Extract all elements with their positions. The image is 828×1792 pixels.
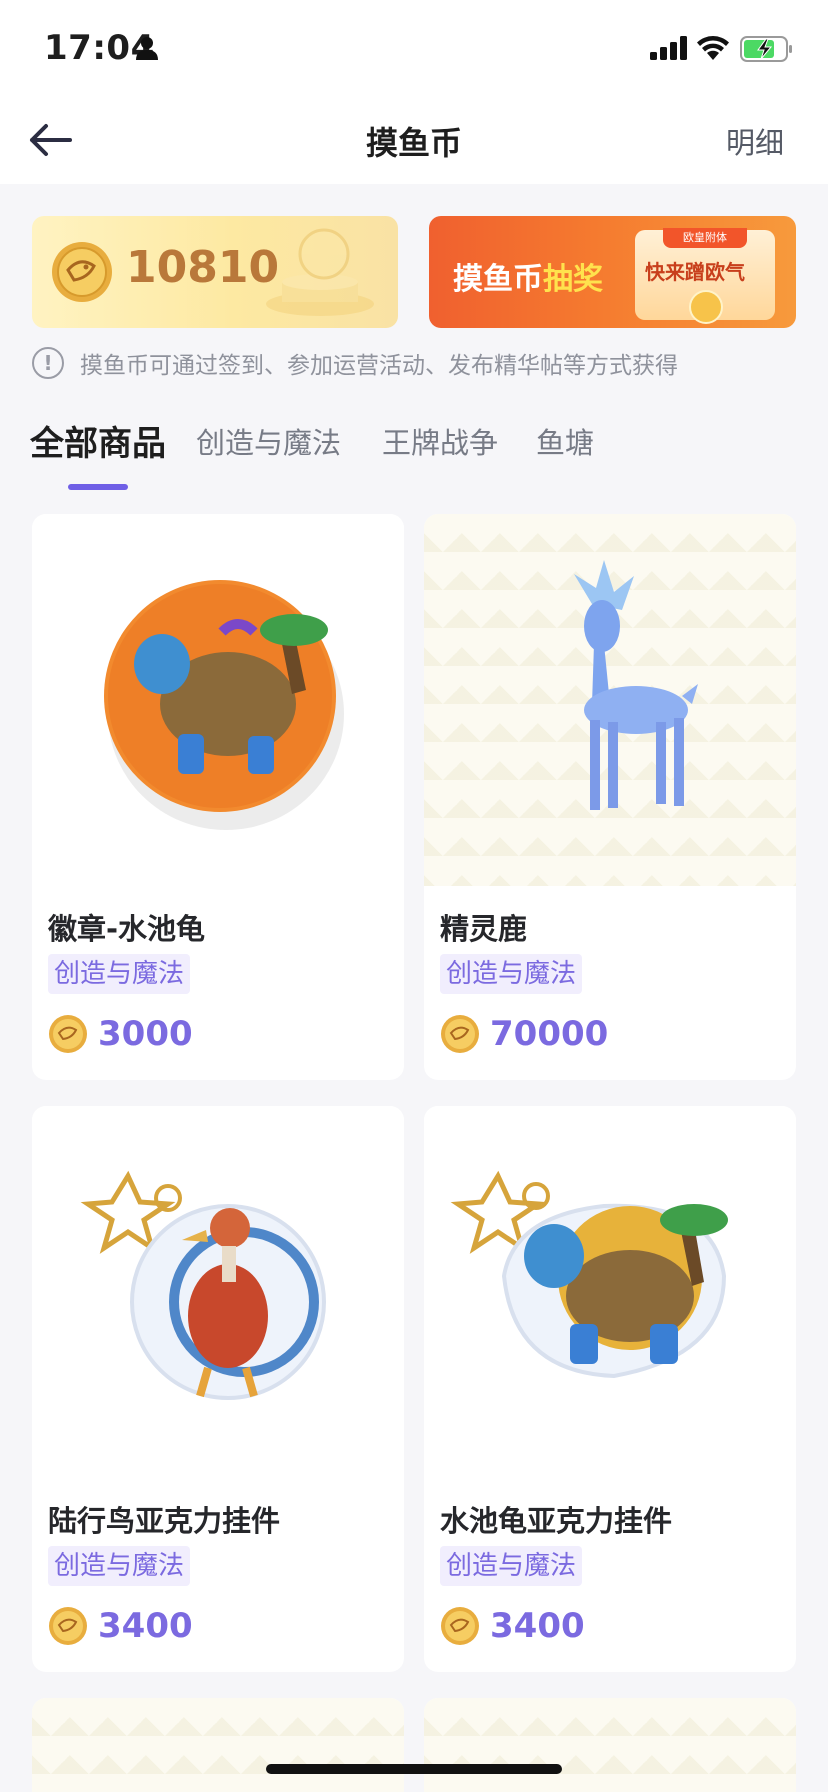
- lottery-title: 摸鱼币抽奖: [453, 254, 603, 298]
- product-price-value: 3000: [98, 1014, 193, 1054]
- product-tag: 创造与魔法: [48, 954, 191, 994]
- coin-lottery-banner[interactable]: 摸鱼币抽奖 欧皇附体 快来蹭欧气: [429, 216, 796, 328]
- tab-all-products[interactable]: 全部商品: [30, 416, 166, 465]
- active-tab-indicator: [68, 484, 128, 490]
- coin-info-text: 摸鱼币可通过签到、参加运营活动、发布精华帖等方式获得: [80, 353, 678, 379]
- home-indicator[interactable]: [266, 1764, 562, 1774]
- product-image-badge-turtle: [32, 514, 404, 886]
- lottery-title-main: 摸鱼币: [453, 262, 543, 297]
- gift-icon: [689, 290, 723, 324]
- product-image-bird-keychain: [32, 1106, 404, 1478]
- product-name: 精灵鹿: [440, 912, 528, 946]
- details-link[interactable]: 明细: [726, 120, 784, 162]
- product-name: 陆行鸟亚克力挂件: [48, 1504, 281, 1538]
- product-image: [32, 1698, 404, 1792]
- product-price: 3400: [440, 1602, 585, 1650]
- tab-fish-pond[interactable]: 鱼塘: [536, 420, 594, 462]
- tab-ace-war[interactable]: 王牌战争: [382, 420, 498, 462]
- battery-charging-icon: [740, 36, 792, 62]
- tab-create-magic[interactable]: 创造与魔法: [196, 420, 341, 462]
- product-tag: 创造与魔法: [440, 954, 583, 994]
- product-image-spirit-deer: [424, 514, 796, 886]
- product-card[interactable]: [32, 1698, 404, 1792]
- lottery-card[interactable]: 欧皇附体 快来蹭欧气: [635, 228, 775, 324]
- fish-coin-icon: [441, 1015, 479, 1053]
- lottery-cta: 快来蹭欧气: [645, 260, 745, 284]
- fish-coin-icon: [441, 1607, 479, 1645]
- wifi-icon: [697, 36, 729, 60]
- product-card[interactable]: 精灵鹿 创造与魔法 70000: [424, 514, 796, 1080]
- nav-bar: 摸鱼币 明细: [0, 100, 828, 184]
- product-price: 3400: [48, 1602, 193, 1650]
- product-card[interactable]: 陆行鸟亚克力挂件 创造与魔法 3400: [32, 1106, 404, 1672]
- product-price-value: 3400: [98, 1606, 193, 1646]
- product-image-turtle-keychain: [424, 1106, 796, 1478]
- info-icon: !: [32, 347, 64, 379]
- product-price-value: 3400: [490, 1606, 585, 1646]
- lottery-tag: 欧皇附体: [663, 228, 747, 248]
- fish-coin-icon: [49, 1015, 87, 1053]
- person-icon: [136, 37, 158, 60]
- product-card[interactable]: [424, 1698, 796, 1792]
- product-price-value: 70000: [490, 1014, 609, 1054]
- product-name: 水池龟亚克力挂件: [440, 1504, 673, 1538]
- product-price: 70000: [440, 1010, 608, 1058]
- product-name: 徽章-水池龟: [48, 912, 206, 946]
- status-bar: 17:04: [0, 0, 828, 100]
- page-title: 摸鱼币: [365, 124, 462, 162]
- lottery-title-highlight: 抽奖: [543, 262, 603, 297]
- product-price: 3000: [48, 1010, 193, 1058]
- coin-stage-decoration: [266, 228, 374, 316]
- product-tag: 创造与魔法: [48, 1546, 191, 1586]
- fish-coin-icon: [52, 242, 112, 302]
- header: 17:04 摸鱼币 明细: [0, 0, 828, 184]
- cellular-signal-icon: [650, 36, 687, 60]
- product-card[interactable]: 水池龟亚克力挂件 创造与魔法 3400: [424, 1106, 796, 1672]
- product-tag: 创造与魔法: [440, 1546, 583, 1586]
- coin-balance: 10810: [126, 242, 280, 293]
- coin-info: ! 摸鱼币可通过签到、参加运营活动、发布精华帖等方式获得: [32, 346, 678, 380]
- coin-balance-banner: 10810: [32, 216, 398, 328]
- product-image: [424, 1698, 796, 1792]
- fish-coin-icon: [49, 1607, 87, 1645]
- product-card[interactable]: 徽章-水池龟 创造与魔法 3000: [32, 514, 404, 1080]
